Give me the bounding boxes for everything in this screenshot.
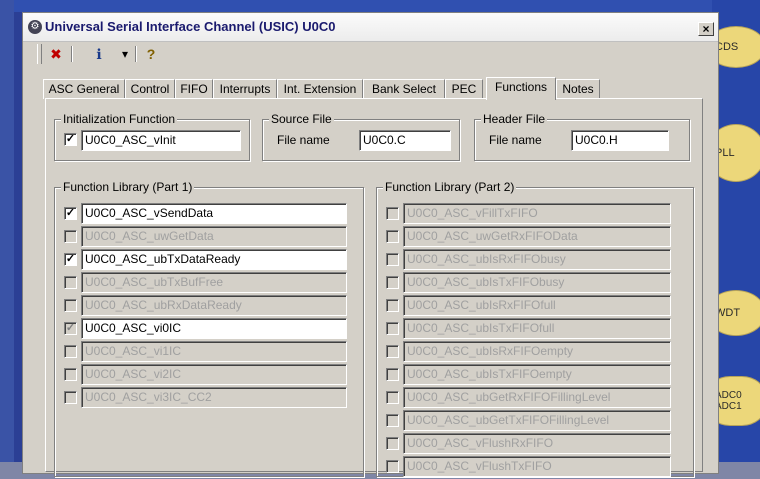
header-file-group: Header File File name U0C0.H — [474, 112, 690, 161]
lib2-item-checkbox[interactable] — [386, 368, 399, 381]
lib1-item-checkbox[interactable] — [64, 276, 77, 289]
background-strip — [0, 0, 760, 12]
lib1-item-checkbox[interactable] — [64, 391, 77, 404]
adc1-label: ADC1 — [715, 401, 742, 412]
tab-asc-general[interactable]: ASC General — [43, 79, 125, 99]
lib2-item-checkbox[interactable] — [386, 414, 399, 427]
lib1-item-name[interactable]: U0C0_ASC_ubRxDataReady — [81, 295, 347, 316]
lib1-item-name[interactable]: U0C0_ASC_ubTxDataReady — [81, 249, 347, 270]
source-file-label: Source File — [269, 112, 334, 126]
function-library-part1-group: Function Library (Part 1) ✓ U0C0_ASC_vSen… — [54, 180, 364, 477]
close-button[interactable]: × — [698, 22, 714, 36]
init-function-group: Initialization Function ✓ U0C0_ASC_vInit — [54, 112, 250, 161]
window-title: Universal Serial Interface Channel (USIC… — [45, 19, 336, 34]
lib2-item-name[interactable]: U0C0_ASC_ubIsRxFIFOfull — [403, 295, 671, 316]
toolbar-separator — [135, 46, 137, 62]
tab-interrupts[interactable]: Interrupts — [213, 79, 277, 99]
lib2-item-name[interactable]: U0C0_ASC_ubIsRxFIFObusy — [403, 249, 671, 270]
lib1-item-checkbox[interactable] — [64, 345, 77, 358]
title-bar: ⚙ Universal Serial Interface Channel (US… — [23, 13, 718, 42]
lib1-item-checkbox[interactable]: ✓ — [64, 253, 77, 266]
source-file-group: Source File File name U0C0.C — [262, 112, 460, 161]
lib1-item-checkbox[interactable]: ✓ — [64, 322, 77, 335]
lib2-item-name[interactable]: U0C0_ASC_ubGetTxFIFOFillingLevel — [403, 410, 671, 431]
close-document-icon[interactable]: ✖ — [45, 44, 67, 64]
lib1-item-name[interactable]: U0C0_ASC_vi0IC — [81, 318, 347, 339]
lib2-item-checkbox[interactable] — [386, 437, 399, 450]
tab-fifo[interactable]: FIFO — [175, 79, 213, 99]
lib1-item-checkbox[interactable] — [64, 368, 77, 381]
lib1-item-name[interactable]: U0C0_ASC_ubTxBufFree — [81, 272, 347, 293]
app-icon: ⚙ — [28, 20, 42, 34]
lib2-item-name[interactable]: U0C0_ASC_ubIsTxFIFOempty — [403, 364, 671, 385]
header-file-field[interactable]: U0C0.H — [571, 130, 669, 151]
toolbar: ✖ ℹ ▾ ? — [37, 42, 197, 68]
init-function-label: Initialization Function — [61, 112, 178, 126]
lib2-item-checkbox[interactable] — [386, 276, 399, 289]
functions-panel: Initialization Function ✓ U0C0_ASC_vInit… — [45, 98, 703, 477]
lib1-item-checkbox[interactable] — [64, 230, 77, 243]
adc0-label: ADC0 — [715, 390, 742, 401]
lib2-item-checkbox[interactable] — [386, 322, 399, 335]
lib2-item-name[interactable]: U0C0_ASC_ubIsTxFIFOfull — [403, 318, 671, 339]
header-file-name-label: File name — [489, 133, 542, 147]
lib1-item-checkbox[interactable] — [64, 299, 77, 312]
lib2-item-name[interactable]: U0C0_ASC_uwGetRxFIFOData — [403, 226, 671, 247]
lib2-item-name[interactable]: U0C0_ASC_vFillTxFIFO — [403, 203, 671, 224]
source-file-field[interactable]: U0C0.C — [359, 130, 451, 151]
lib1-item-name[interactable]: U0C0_ASC_vi2IC — [81, 364, 347, 385]
toolbar-grip[interactable] — [37, 44, 42, 64]
usic-dialog: ⚙ Universal Serial Interface Channel (US… — [22, 12, 719, 477]
lib2-item-name[interactable]: U0C0_ASC_vFlushRxFIFO — [403, 433, 671, 454]
header-file-label: Header File — [481, 112, 548, 126]
tab-pec[interactable]: PEC — [445, 79, 483, 99]
function-library-part2-label: Function Library (Part 2) — [383, 180, 517, 194]
lib2-item-name[interactable]: U0C0_ASC_vFlushTxFIFO — [403, 456, 671, 477]
lib1-item-name[interactable]: U0C0_ASC_uwGetData — [81, 226, 347, 247]
tab-functions[interactable]: Functions — [486, 77, 556, 100]
lib2-item-checkbox[interactable] — [386, 345, 399, 358]
lib1-item-name[interactable]: U0C0_ASC_vSendData — [81, 203, 347, 224]
lib1-item-name[interactable]: U0C0_ASC_vi1IC — [81, 341, 347, 362]
tab-bank-select[interactable]: Bank Select — [363, 79, 445, 99]
help-icon[interactable]: ? — [141, 44, 161, 64]
tab-int-extension[interactable]: Int. Extension — [277, 79, 363, 99]
toolbar-separator — [71, 46, 73, 62]
lib2-item-checkbox[interactable] — [386, 207, 399, 220]
lib2-item-checkbox[interactable] — [386, 391, 399, 404]
init-function-field[interactable]: U0C0_ASC_vInit — [81, 130, 241, 151]
dropdown-arrow-icon[interactable]: ▾ — [119, 44, 131, 64]
lib2-item-checkbox[interactable] — [386, 460, 399, 473]
lib2-item-checkbox[interactable] — [386, 253, 399, 266]
lib2-item-name[interactable]: U0C0_ASC_ubIsTxFIFObusy — [403, 272, 671, 293]
lib2-item-checkbox[interactable] — [386, 230, 399, 243]
lib2-item-name[interactable]: U0C0_ASC_ubGetRxFIFOFillingLevel — [403, 387, 671, 408]
tab-control[interactable]: Control — [125, 79, 175, 99]
lib1-item-name[interactable]: U0C0_ASC_vi3IC_CC2 — [81, 387, 347, 408]
source-file-name-label: File name — [277, 133, 330, 147]
lib2-item-checkbox[interactable] — [386, 299, 399, 312]
init-function-checkbox[interactable]: ✓ — [64, 133, 77, 146]
function-library-part2-group: Function Library (Part 2) U0C0_ASC_vFill… — [376, 180, 694, 477]
info-book-icon[interactable]: ℹ — [79, 44, 119, 64]
lib2-item-name[interactable]: U0C0_ASC_ubIsRxFIFOempty — [403, 341, 671, 362]
background-left — [0, 0, 14, 479]
function-library-part1-label: Function Library (Part 1) — [61, 180, 195, 194]
lib1-item-checkbox[interactable]: ✓ — [64, 207, 77, 220]
tab-notes[interactable]: Notes — [556, 79, 600, 99]
